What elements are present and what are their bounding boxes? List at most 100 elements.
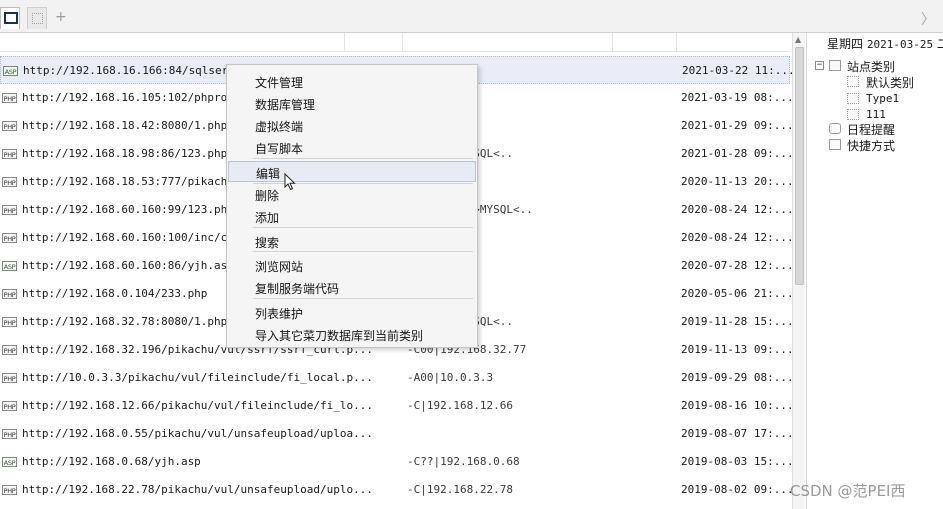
menu-item-list-maintenance[interactable]: 列表维护 [228,302,476,323]
row-date: 2021-01-29 09:... [681,119,794,132]
table-row[interactable]: PHP http://192.168.22.78/pikachu/vul/unsa… [0,476,794,504]
mouse-cursor-icon [284,173,296,191]
menu-item-label: 删除 [255,189,280,203]
menu-separator [253,251,473,252]
menu-item-import-database[interactable]: 导入其它菜刀数据库到当前类别 [228,324,476,345]
menu-item-label: 导入其它菜刀数据库到当前类别 [255,329,424,343]
tab-bar: + 〉 [0,0,943,33]
column-header-ip[interactable] [345,33,403,52]
php-file-icon: PHP [2,177,17,187]
tree-item-default[interactable]: 默认类别 [866,74,914,91]
menu-item-label: 添加 [255,211,280,225]
php-file-icon: PHP [2,373,17,383]
row-info: -C|192.168.12.66 [407,399,513,412]
folder-icon [847,76,859,87]
current-date: 星期四 2021-03-25 二 [827,35,943,52]
scroll-up-arrow-icon[interactable]: ▲ [795,35,801,44]
list-header [0,33,790,52]
row-date: 2019-09-29 08:... [681,371,794,384]
add-tab-button[interactable]: + [55,9,67,25]
row-url: http://192.168.60.160:86/yjh.asp [22,259,234,272]
menu-item-add[interactable]: 添加 [228,206,476,227]
menu-item-label: 浏览网站 [255,260,304,274]
collapse-icon[interactable]: − [815,61,824,70]
row-date: 2019-11-28 15:... [681,315,794,328]
php-file-icon: PHP [2,401,17,411]
php-file-icon: PHP [2,205,17,215]
row-url: http://192.168.18.98:86/123.php [22,147,228,160]
tab-secondary[interactable] [27,7,47,29]
menu-item-database-manager[interactable]: 数据库管理 [228,93,476,114]
asp-file-icon: ASP [2,261,17,271]
row-url: http://192.168.18.53:777/pikachu/w [22,175,248,188]
tree-item-schedule[interactable]: 日程提醒 [847,121,895,138]
row-url: http://192.168.0.68/yjh.asp [22,455,201,468]
php-file-icon: PHP [2,289,17,299]
menu-item-search[interactable]: 搜索 [228,231,476,252]
schedule-icon [829,123,841,134]
row-date: 2020-08-24 12:... [681,203,794,216]
dotted-window-icon [32,13,43,24]
menu-item-edit[interactable]: 编辑 [228,161,476,182]
watermark: CSDN @范PEI西 [790,482,906,500]
row-url: http://192.168.60.160:100/inc/conf [22,231,248,244]
tree-root-site-categories[interactable]: 站点类别 [847,58,895,75]
list-scrollbar[interactable]: ▲ [792,33,805,509]
table-row[interactable]: ASP http://192.168.0.68/yjh.asp -C??|192.1… [0,448,794,476]
php-file-icon: PHP [2,429,17,439]
row-url: http://192.168.0.55/pikachu/vul/unsafeup… [22,427,373,440]
row-date: 2019-08-16 10:... [681,399,794,412]
php-file-icon: PHP [2,485,17,495]
row-url: http://192.168.0.104/233.php [22,287,208,300]
menu-item-virtual-terminal[interactable]: 虚拟终端 [228,115,476,136]
php-file-icon: PHP [2,121,17,131]
row-url: http://192.168.12.66/pikachu/vul/fileinc… [22,399,373,412]
folder-icon [847,109,859,120]
row-date: 2021-03-19 08:... [681,91,794,104]
menu-item-label: 复制服务端代码 [255,282,340,296]
tab-scroll-right-button[interactable]: 〉 [921,9,935,29]
tree-item-111[interactable]: 111 [866,108,886,121]
context-menu: 文件管理数据库管理虚拟终端自写脚本编辑删除添加搜索浏览网站复制服务端代码 列表维护… [226,64,478,348]
menu-item-copy-server-code[interactable]: 复制服务端代码 [228,277,476,298]
column-header-url[interactable] [0,33,345,52]
row-info: -C|192.168.22.78 [407,483,513,496]
tree-item-type1[interactable]: Type1 [866,92,899,105]
row-info: -C??|192.168.0.68 [407,455,520,468]
menu-item-browse-site[interactable]: 浏览网站 [228,255,476,276]
menu-item-custom-script[interactable]: 自写脚本 [228,137,476,158]
php-file-icon: PHP [2,345,17,355]
row-url: http://192.168.16.105:102/phproot/w [22,91,254,104]
row-info: -A00|10.0.3.3 [407,371,494,384]
php-file-icon: PHP [2,317,17,327]
shortcut-icon [829,139,841,150]
column-header-info[interactable] [403,33,613,52]
menu-item-label: 虚拟终端 [255,120,304,134]
tab-main[interactable] [0,7,20,29]
row-date: 2019-08-03 15:... [681,455,794,468]
menu-item-file-manager[interactable]: 文件管理 [228,71,476,92]
column-header-date[interactable] [677,33,790,52]
menu-item-label: 列表维护 [255,307,304,321]
menu-item-label: 数据库管理 [255,98,316,112]
table-row[interactable]: PHP http://192.168.12.66/pikachu/vul/file… [0,392,794,420]
table-row[interactable]: PHP http://10.0.3.3/pikachu/vul/fileinclu… [0,364,794,392]
row-date: 2021-03-22 11:... [682,64,795,77]
table-row[interactable]: PHP http://192.168.0.55/pikachu/vul/unsaf… [0,420,794,448]
column-header-extra[interactable] [613,33,677,52]
row-date: 2019-08-07 17:... [681,427,794,440]
menu-separator [253,227,473,228]
tree-item-shortcuts[interactable]: 快捷方式 [847,137,895,154]
row-url: http://192.168.22.78/pikachu/vul/unsafeu… [22,483,373,496]
menu-item-label: 搜索 [255,236,280,250]
menu-separator [253,298,473,299]
menu-item-label: 文件管理 [255,76,304,90]
row-url: http://10.0.3.3/pikachu/vul/fileinclude/… [22,371,373,384]
menu-item-label: 自写脚本 [255,142,304,156]
row-date: 2021-01-28 09:... [681,147,794,160]
scrollbar-thumb[interactable] [795,47,804,285]
folder-icon [847,93,859,104]
menu-item-delete[interactable]: 删除 [228,184,476,205]
menu-separator [253,158,473,159]
window-icon [4,12,18,24]
